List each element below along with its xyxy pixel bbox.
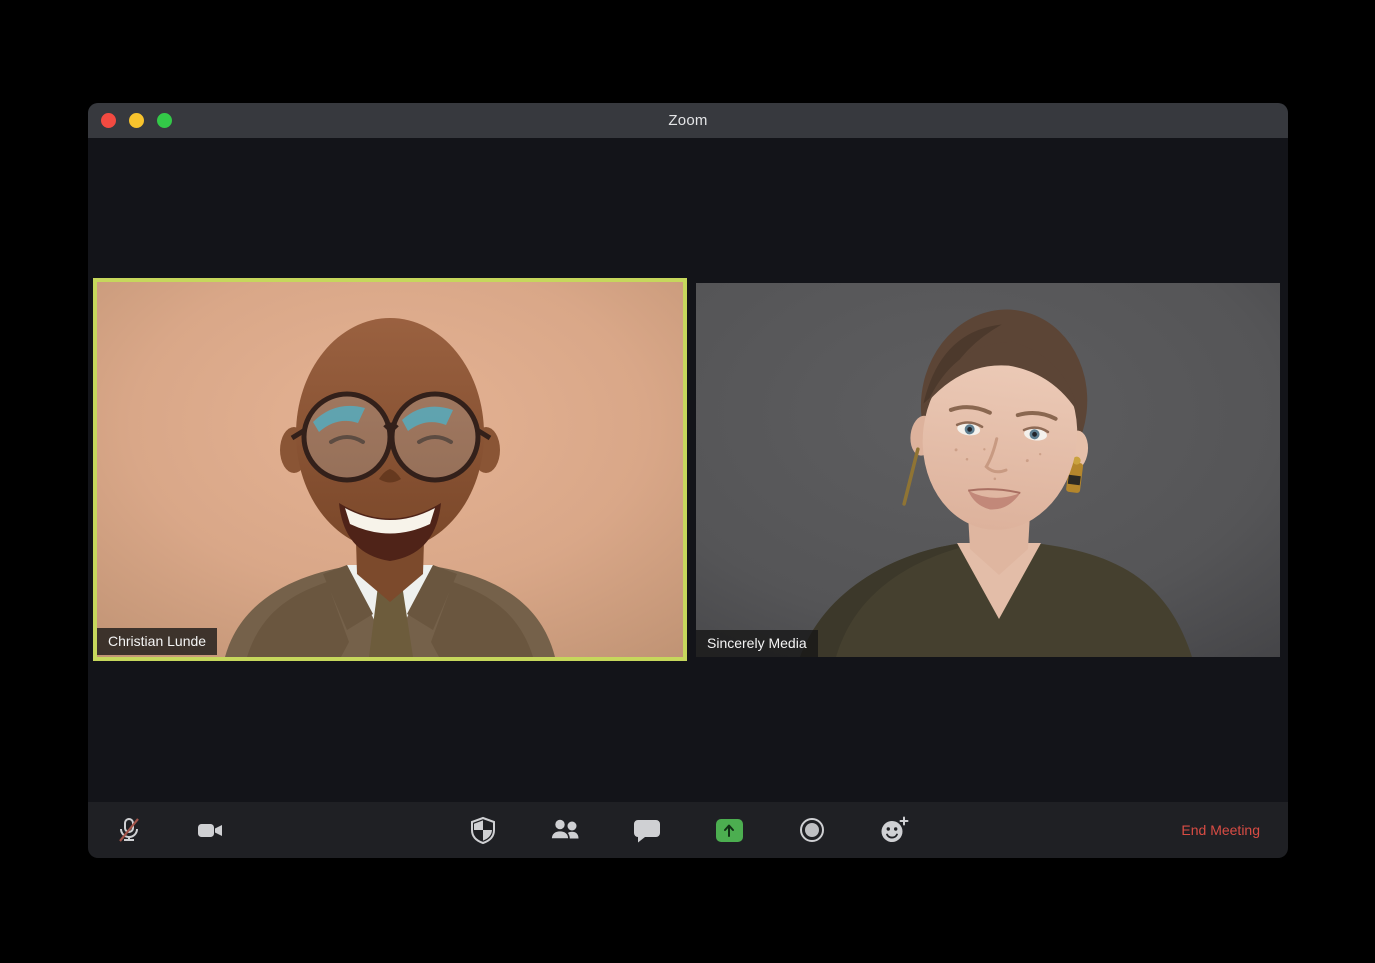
window-title: Zoom bbox=[668, 112, 708, 129]
participant-name-label: Christian Lunde bbox=[97, 628, 218, 655]
mute-button[interactable] bbox=[105, 806, 153, 854]
shield-icon bbox=[471, 816, 495, 845]
meeting-toolbar: End Meeting bbox=[88, 802, 1288, 858]
record-button[interactable] bbox=[788, 806, 836, 854]
end-meeting-button[interactable]: End Meeting bbox=[1181, 802, 1260, 858]
record-circle-icon bbox=[800, 818, 824, 842]
share-screen-up-arrow-icon bbox=[724, 824, 734, 837]
fullscreen-window-button[interactable] bbox=[157, 113, 172, 128]
close-window-button[interactable] bbox=[101, 113, 116, 128]
chat-bubble-icon bbox=[634, 820, 660, 843]
zoom-window: Zoom Christian Lunde Sincerely Media End… bbox=[88, 103, 1288, 858]
participant-video-christian-lunde[interactable]: Christian Lunde bbox=[93, 278, 687, 661]
reactions-button[interactable] bbox=[870, 806, 918, 854]
security-button[interactable] bbox=[459, 806, 507, 854]
video-grid: Christian Lunde Sincerely Media bbox=[93, 278, 1280, 661]
share-screen-pill bbox=[715, 818, 743, 842]
smiley-plus-icon bbox=[881, 816, 909, 842]
participants-button[interactable] bbox=[541, 806, 589, 854]
traffic-lights bbox=[101, 103, 172, 138]
chat-button[interactable] bbox=[623, 806, 671, 854]
participants-icon bbox=[550, 818, 579, 840]
participant-portrait-woman bbox=[696, 283, 1280, 657]
video-camera-icon bbox=[198, 824, 222, 837]
titlebar: Zoom bbox=[88, 103, 1288, 138]
participant-name-label: Sincerely Media bbox=[696, 630, 818, 657]
share-screen-button[interactable] bbox=[705, 806, 753, 854]
video-button[interactable] bbox=[186, 806, 234, 854]
minimize-window-button[interactable] bbox=[129, 113, 144, 128]
participant-portrait-man bbox=[97, 282, 683, 657]
microphone-muted-icon bbox=[119, 818, 139, 842]
participant-video-sincerely-media[interactable]: Sincerely Media bbox=[696, 283, 1280, 657]
